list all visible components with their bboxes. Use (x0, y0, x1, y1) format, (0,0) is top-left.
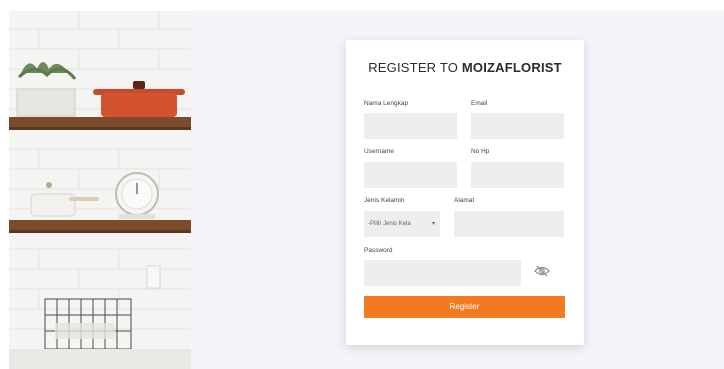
alamat-label: Alamat (454, 197, 475, 204)
alamat-input[interactable] (454, 211, 564, 237)
no-hp-input[interactable] (471, 162, 564, 188)
register-button[interactable]: Register (364, 296, 565, 318)
no-hp-label: No Hp (471, 148, 490, 155)
register-card: REGISTER TO MOIZAFLORIST Nama Lengkap Em… (346, 40, 584, 345)
jenis-kelamin-select[interactable]: -Pilih Jenis Kela ▾ (364, 211, 440, 237)
password-label: Password (364, 247, 393, 254)
form-title: REGISTER TO MOIZAFLORIST (346, 60, 584, 75)
kitchen-shelf-image (9, 11, 191, 369)
form-title-prefix: REGISTER TO (368, 60, 462, 75)
eye-slash-icon[interactable] (534, 265, 550, 277)
email-label: Email (471, 100, 488, 107)
chevron-down-icon: ▾ (431, 221, 435, 227)
username-label: Username (364, 148, 394, 155)
jenis-kelamin-selected: -Pilih Jenis Kela (368, 221, 411, 227)
nama-lengkap-label: Nama Lengkap (364, 100, 409, 107)
form-title-brand: MOIZAFLORIST (461, 60, 562, 75)
email-input[interactable] (471, 113, 564, 139)
jenis-kelamin-label: Jenis Kelamin (364, 197, 405, 204)
kitchen-shelf-illustration (9, 11, 191, 369)
username-input[interactable] (364, 162, 457, 188)
nama-lengkap-input[interactable] (364, 113, 457, 139)
page-background: REGISTER TO MOIZAFLORIST Nama Lengkap Em… (9, 11, 724, 369)
password-input[interactable] (364, 260, 521, 286)
